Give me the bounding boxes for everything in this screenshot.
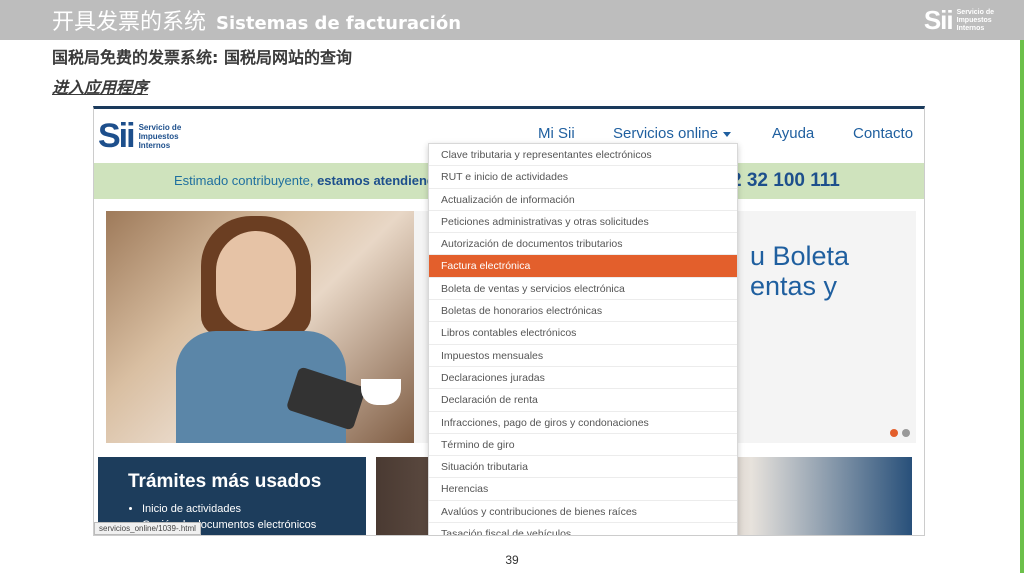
tramites-title: Trámites más usados [128,471,322,492]
dropdown-item[interactable]: Actualización de información [429,189,737,211]
logo-line: Servicio de [138,123,182,132]
page-number: 39 [505,553,519,567]
nav-servicios-online[interactable]: Servicios online [613,125,732,142]
dropdown-item[interactable]: Clave tributaria y representantes electr… [429,144,737,167]
dropdown-item[interactable]: Peticiones administrativas y otras solic… [429,211,737,234]
site-logo-mark: Sii [98,117,136,155]
slide-header: 开具发票的系统 Sistemas de facturación Sii Serv… [0,0,1024,40]
logo-line: Impuestos [956,16,992,24]
dropdown-item[interactable]: Herencias [429,478,737,501]
hero-line: entas y [750,271,838,301]
dropdown-item-factura-electronica[interactable]: Factura electrónica [429,255,737,278]
logo-line: Servicio de [956,8,994,16]
nav-mi-sii[interactable]: Mi Sii [538,125,575,142]
notice-bold: estamos atendiendo [317,173,443,188]
dropdown-item[interactable]: Impuestos mensuales [429,345,737,367]
logo-line: Impuestos [138,132,179,141]
dropdown-item[interactable]: Boleta de ventas y servicios electrónica [429,278,737,301]
sii-header-logo: Sii Servicio de Impuestos Internos [924,5,994,36]
dropdown-item[interactable]: Situación tributaria [429,456,737,479]
sii-logo-mark: Sii [923,5,954,35]
servicios-dropdown-menu: Clave tributaria y representantes electr… [428,143,738,535]
tramites-link[interactable]: Inicio de actividades [142,501,366,517]
hero-headline: u Boleta entas y [750,241,849,301]
dropdown-item[interactable]: Término de giro [429,434,737,457]
dropdown-item[interactable]: Boletas de honorarios electrónicas [429,300,737,323]
browser-status-url: servicios_online/1039-.html [94,522,201,535]
dropdown-item[interactable]: Infracciones, pago de giros y condonacio… [429,412,737,434]
green-edge-bar [1020,40,1024,573]
slide-subtitle-enter-app: 进入应用程序 [52,78,149,97]
title-chinese: 开具发票的系统 [52,10,207,35]
slide-subtitle: 国税局免费的发票系统: 国税局网站的查询 [52,48,352,67]
slide: 开具发票的系统 Sistemas de facturación Sii Serv… [0,0,1024,573]
nav-ayuda[interactable]: Ayuda [772,125,814,142]
logo-line: Internos [138,141,171,150]
site-logo-text: Servicio de Impuestos Internos [139,123,182,150]
nav-contacto[interactable]: Contacto [853,125,913,142]
chevron-down-icon [723,131,732,137]
dropdown-item[interactable]: Autorización de documentos tributarios [429,233,737,256]
carousel-dot[interactable] [902,429,910,437]
website-screenshot: Sii Servicio de Impuestos Internos Mi Si… [93,106,925,536]
dropdown-item[interactable]: Declaración de renta [429,389,737,412]
dropdown-item[interactable]: Tasación fiscal de vehículos [429,523,737,535]
dropdown-item[interactable]: Avalúos y contribuciones de bienes raíce… [429,501,737,524]
site-logo[interactable]: Sii Servicio de Impuestos Internos [98,117,181,156]
carousel-dots [890,429,910,437]
dropdown-item[interactable]: Declaraciones juradas [429,367,737,390]
photo-face [216,231,296,331]
nav-servicios-label: Servicios online [613,125,719,142]
title-spanish: Sistemas de facturación [216,13,462,34]
hero-photo [106,211,414,443]
slide-title: 开具发票的系统 Sistemas de facturación [52,4,461,36]
notice-text: Estimado contribuyente, [174,173,318,188]
sii-logo-text: Servicio de Impuestos Internos [957,9,994,33]
dropdown-item[interactable]: Libros contables electrónicos [429,322,737,345]
phone-number: 2 32 100 111 [731,170,840,191]
carousel-dot-active[interactable] [890,429,898,437]
coffee-cup [361,379,401,405]
hero-line: u Boleta [750,241,850,271]
dropdown-item[interactable]: RUT e inicio de actividades [429,166,737,189]
logo-line: Internos [956,24,985,32]
